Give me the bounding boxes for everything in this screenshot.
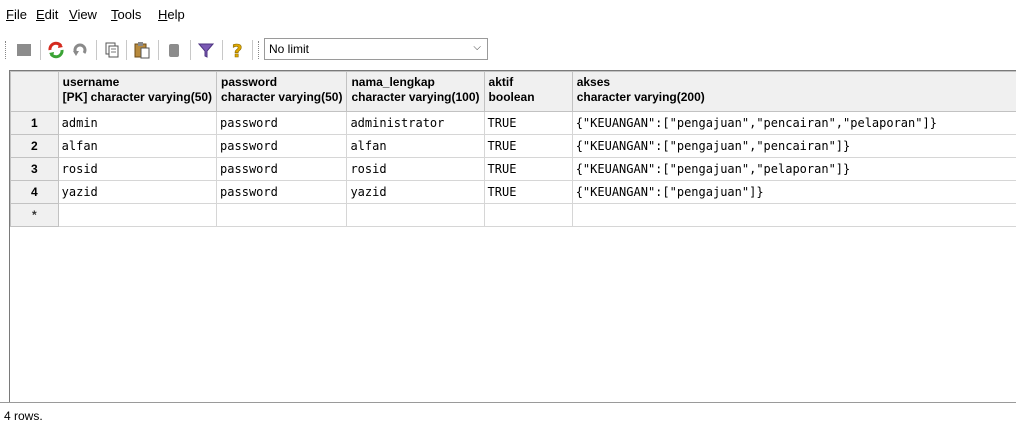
left-edge <box>0 64 9 402</box>
table-row: 1 admin password administrator TRUE {"KE… <box>10 111 1016 135</box>
row-number[interactable]: 3 <box>10 157 59 181</box>
cell-akses[interactable]: {"KEUANGAN":["pengajuan","pencairan"]} <box>571 134 1016 158</box>
row-number[interactable]: 1 <box>10 111 59 135</box>
table-row: 3 rosid password rosid TRUE {"KEUANGAN":… <box>10 157 1016 181</box>
toolbar-grip[interactable] <box>5 41 8 59</box>
delete-icon[interactable] <box>164 40 184 60</box>
toolbar-separator <box>252 40 253 60</box>
toolbar-separator <box>126 40 127 60</box>
cell-password[interactable] <box>216 203 348 227</box>
menu-help[interactable]: Help <box>158 7 185 22</box>
column-header-password[interactable]: password character varying(50) <box>216 71 348 112</box>
limit-value: No limit <box>269 42 310 56</box>
cell-nama-lengkap[interactable]: rosid <box>346 157 485 181</box>
cell-password[interactable]: password <box>216 180 348 204</box>
menu-edit[interactable]: Edit <box>36 7 58 22</box>
cell-aktif[interactable] <box>483 203 573 227</box>
row-count-status: 4 rows. <box>4 409 43 423</box>
cell-aktif[interactable]: TRUE <box>483 134 573 158</box>
help-icon[interactable]: ? <box>228 40 248 60</box>
status-bar: 4 rows. <box>0 402 1016 427</box>
undo-icon[interactable] <box>70 40 90 60</box>
toolbar-separator <box>40 40 41 60</box>
cell-username[interactable]: alfan <box>57 134 218 158</box>
table-row: 2 alfan password alfan TRUE {"KEUANGAN":… <box>10 134 1016 158</box>
new-row: * <box>10 203 1016 227</box>
column-name: username <box>62 75 120 89</box>
cell-akses[interactable]: {"KEUANGAN":["pengajuan","pencairan","pe… <box>571 111 1016 135</box>
limit-select[interactable]: No limit ⌵ <box>264 38 488 60</box>
cell-nama-lengkap[interactable]: administrator <box>346 111 485 135</box>
toolbar-separator <box>222 40 223 60</box>
row-number[interactable]: 2 <box>10 134 59 158</box>
cell-password[interactable]: password <box>216 134 348 158</box>
column-type: [PK] character varying(50) <box>62 90 213 104</box>
row-number-header[interactable] <box>10 71 59 112</box>
cell-nama-lengkap[interactable]: yazid <box>346 180 485 204</box>
cell-nama-lengkap[interactable]: alfan <box>346 134 485 158</box>
toolbar-separator <box>190 40 191 60</box>
copy-icon[interactable] <box>102 40 122 60</box>
cell-nama-lengkap[interactable] <box>346 203 485 227</box>
column-type: character varying(100) <box>351 90 480 104</box>
table-row: 4 yazid password yazid TRUE {"KEUANGAN":… <box>10 180 1016 204</box>
menu-file[interactable]: File <box>6 7 27 22</box>
cell-aktif[interactable]: TRUE <box>483 111 573 135</box>
row-number[interactable]: 4 <box>10 180 59 204</box>
menu-bar: File Edit View Tools Help <box>0 0 1016 30</box>
cell-aktif[interactable]: TRUE <box>483 157 573 181</box>
cell-aktif[interactable]: TRUE <box>483 180 573 204</box>
cell-akses[interactable]: {"KEUANGAN":["pengajuan","pelaporan"]} <box>571 157 1016 181</box>
results-table: username [PK] character varying(50) passw… <box>10 71 1016 227</box>
column-name: aktif <box>488 75 514 89</box>
toolbar-separator <box>96 40 97 60</box>
new-row-marker[interactable]: * <box>10 203 59 227</box>
column-type: boolean <box>488 90 535 104</box>
header-row: username [PK] character varying(50) passw… <box>10 71 1016 112</box>
menu-tools[interactable]: Tools <box>111 7 141 22</box>
cell-akses[interactable]: {"KEUANGAN":["pengajuan"]} <box>571 180 1016 204</box>
toolbar-separator <box>158 40 159 60</box>
paste-icon[interactable] <box>132 40 152 60</box>
cell-password[interactable]: password <box>216 111 348 135</box>
cell-username[interactable]: yazid <box>57 180 218 204</box>
column-header-akses[interactable]: akses character varying(200) <box>571 71 1016 112</box>
column-name: akses <box>576 75 611 89</box>
cell-username[interactable] <box>57 203 218 227</box>
column-type: character varying(50) <box>221 90 343 104</box>
toolbar-grip[interactable] <box>258 41 261 59</box>
cell-akses[interactable] <box>571 203 1016 227</box>
menu-view[interactable]: View <box>69 7 97 22</box>
stop-icon[interactable] <box>14 40 34 60</box>
column-name: nama_lengkap <box>351 75 435 89</box>
column-header-aktif[interactable]: aktif boolean <box>483 71 573 112</box>
column-type: character varying(200) <box>576 90 705 104</box>
column-header-username[interactable]: username [PK] character varying(50) <box>57 71 218 112</box>
refresh-icon[interactable] <box>46 40 66 60</box>
cell-username[interactable]: admin <box>57 111 218 135</box>
filter-icon[interactable] <box>196 40 216 60</box>
column-header-nama-lengkap[interactable]: nama_lengkap character varying(100) <box>346 71 485 112</box>
cell-username[interactable]: rosid <box>57 157 218 181</box>
toolbar <box>0 34 1016 64</box>
chevron-down-icon: ⌵ <box>473 42 481 53</box>
cell-password[interactable]: password <box>216 157 348 181</box>
column-name: password <box>221 75 278 89</box>
svg-text:?: ? <box>232 41 242 59</box>
data-grid: username [PK] character varying(50) passw… <box>9 70 1016 402</box>
